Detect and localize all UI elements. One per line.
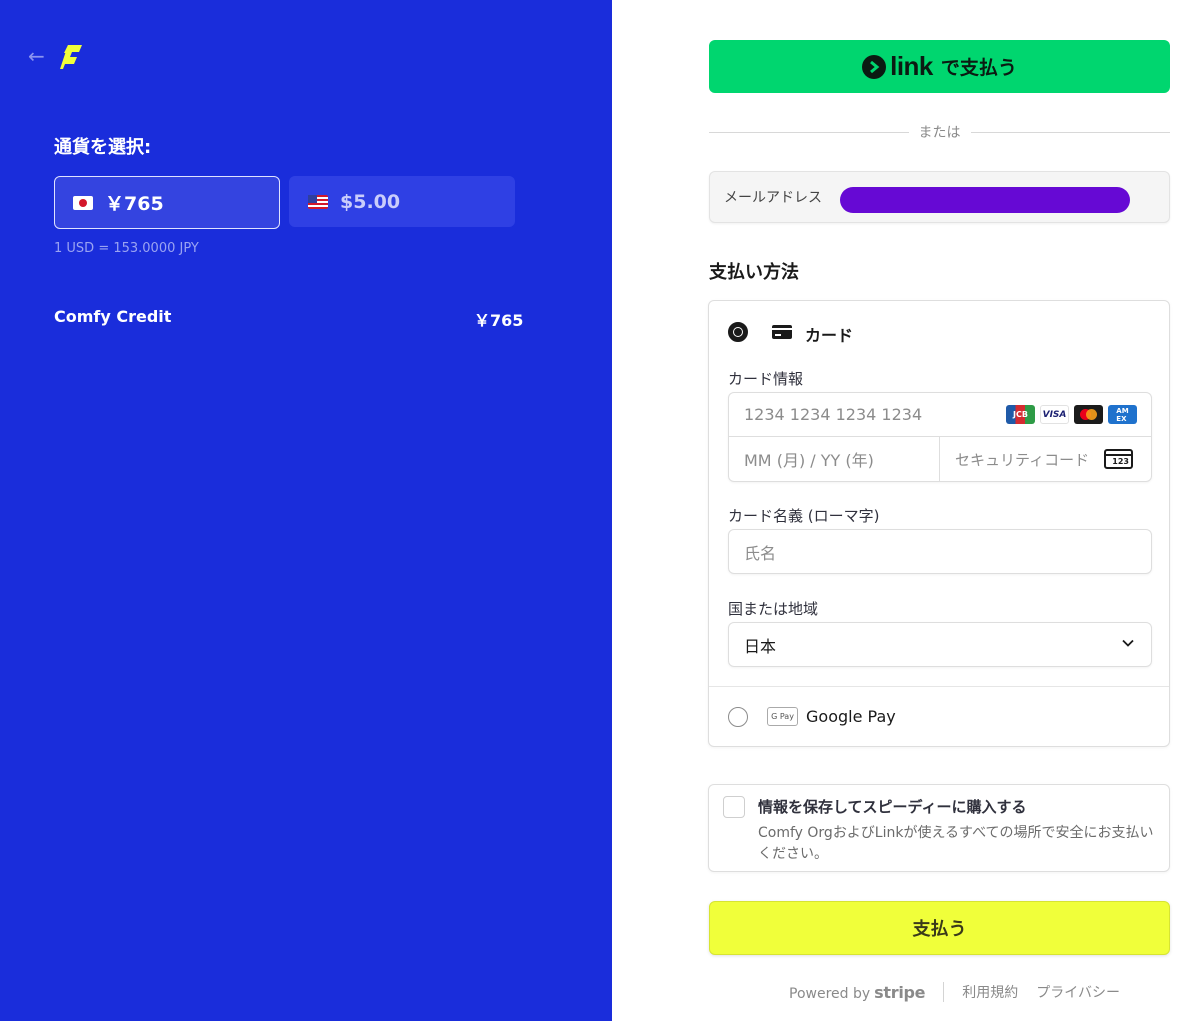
powered-by-stripe[interactable]: Powered by stripe [789,982,926,1002]
link-button-label: で支払う [940,58,1017,79]
credit-card-icon [772,325,792,339]
terms-link[interactable]: 利用規約 [962,982,1018,1002]
link-chevron-icon [862,54,887,79]
expiry-placeholder: MM (月) / YY (年) [744,451,874,470]
visa-icon: VISA [1040,405,1069,424]
card-info-label: カード情報 [728,370,804,388]
card-radio[interactable] [728,322,748,342]
back-arrow-icon[interactable]: ← [28,46,48,66]
currency-amount: ￥765 [105,193,164,215]
chevron-down-icon [1122,639,1134,647]
save-info-title: 情報を保存してスピーディーに購入する [758,798,1027,816]
privacy-link[interactable]: プライバシー [1036,982,1120,1002]
card-number-input[interactable]: 1234 1234 1234 1234 JCB VISA AM EX [729,393,1151,437]
cardholder-label: カード名義 (ローマ字) [728,507,880,525]
currency-option-jpy[interactable]: ￥765 [54,176,280,229]
currency-option-usd[interactable]: $5.00 [289,176,515,227]
google-pay-radio[interactable] [728,707,748,727]
save-info-description: Comfy OrgおよびLinkが使えるすべての場所で安全にお支払いください。 [758,825,1154,862]
cvc-placeholder: セキュリティコード [955,450,1090,469]
email-label: メールアドレス [724,190,822,206]
card-brands: JCB VISA AM EX [1006,405,1137,424]
cardholder-name-input[interactable]: 氏名 [728,529,1152,574]
save-info-checkbox[interactable] [723,796,745,818]
or-divider: または [709,122,1170,142]
cvc-input[interactable]: セキュリティコード 123 [940,437,1151,481]
country-value: 日本 [744,636,777,656]
country-select[interactable]: 日本 [728,622,1152,667]
exchange-rate: 1 USD = 153.0000 JPY [54,241,199,256]
or-text: または [918,125,961,141]
jp-flag-icon [73,195,93,210]
save-info-box: 情報を保存してスピーディーに購入する Comfy OrgおよびLinkが使えるす… [708,784,1170,872]
comfy-logo-icon[interactable] [60,44,84,70]
jcb-icon: JCB [1006,405,1035,424]
card-option-label: カード [805,326,854,345]
country-label: 国または地域 [728,600,819,618]
card-number-placeholder: 1234 1234 1234 1234 [744,405,923,424]
order-summary-panel: ← 通貨を選択: ￥765 $5.00 1 USD = 153.0000 JPY… [0,0,612,1021]
payment-method-title: 支払い方法 [709,262,799,283]
currency-amount: $5.00 [340,190,401,213]
google-pay-label[interactable]: Google Pay [806,707,896,726]
item-price: ￥765 [474,311,524,330]
cvc-card-icon: 123 [1104,449,1133,469]
email-redaction [840,187,1130,213]
card-info-fields: 1234 1234 1234 1234 JCB VISA AM EX MM (月)… [728,392,1152,482]
payment-method-box: カード カード情報 1234 1234 1234 1234 JCB VISA A… [708,300,1170,747]
currency-title: 通貨を選択: [54,137,152,158]
stripe-logo: stripe [874,982,926,1002]
pay-button[interactable]: 支払う [709,901,1170,955]
expiry-input[interactable]: MM (月) / YY (年) [729,437,940,481]
pay-with-link-button[interactable]: link で支払う [709,40,1170,93]
amex-icon: AM EX [1108,405,1137,424]
mastercard-icon [1074,405,1103,424]
email-field[interactable]: メールアドレス [709,171,1170,223]
item-name: Comfy Credit [54,307,172,326]
google-pay-icon: G Pay [767,707,798,726]
link-brand: link [890,51,933,81]
cardholder-placeholder: 氏名 [744,543,777,563]
us-flag-icon [308,194,328,209]
footer: Powered by stripe 利用規約 プライバシー [789,982,1138,1002]
